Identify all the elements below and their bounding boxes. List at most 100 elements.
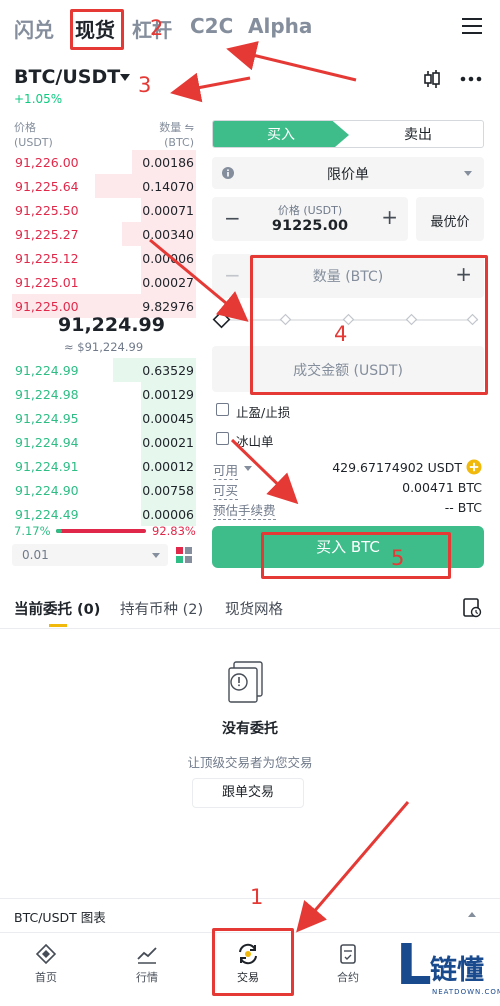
annotation-number: 1 <box>250 885 264 909</box>
markets-icon <box>137 947 157 964</box>
orderbook-price: 91,225.00 <box>15 299 79 314</box>
tab-indicator <box>49 624 67 627</box>
orderbook-qty: 0.00186 <box>142 155 194 170</box>
tp-sl-label: 止盈/止损 <box>236 405 291 420</box>
price-change: +1.05% <box>14 92 63 106</box>
orderbook-price: 91,225.27 <box>15 227 79 242</box>
orderbook-qty: 9.82976 <box>142 299 194 314</box>
buy-tab[interactable]: 买入 <box>213 121 349 147</box>
orderbook-row[interactable]: 91,225.12 0.00006 <box>12 246 196 270</box>
order-type-select[interactable]: 限价单 <box>212 157 484 189</box>
annotation-number: 4 <box>334 322 348 346</box>
buy-ratio: 7.17% <box>14 524 51 538</box>
orderbook-qty: 0.00021 <box>142 435 194 450</box>
last-price: 91,224.99 <box>58 314 165 336</box>
price-input[interactable]: − 价格 (USDT) 91225.00 + <box>212 197 408 241</box>
orderbook-price: 91,224.49 <box>15 507 79 522</box>
annotation-box-quantity <box>250 255 488 395</box>
orderbook-row[interactable]: 91,224.99 0.63529 <box>12 358 196 382</box>
pair-selector[interactable]: BTC/USDT <box>14 66 120 88</box>
chevron-up-icon[interactable] <box>468 912 476 917</box>
orderbook-qty: 0.00340 <box>142 227 194 242</box>
orderbook-row[interactable]: 91,225.01 0.00027 <box>12 270 196 294</box>
can-buy-label: 可买 <box>213 480 239 500</box>
order-history-icon[interactable] <box>462 598 482 618</box>
orderbook-layout-icon[interactable] <box>175 546 193 564</box>
nav-futures[interactable]: 合约 <box>318 943 378 985</box>
iceberg-checkbox[interactable] <box>216 432 229 445</box>
fee-label: 预估手续费 <box>213 500 276 520</box>
orderbook-row[interactable]: 91,226.00 0.00186 <box>12 150 196 174</box>
tab-swap[interactable]: 闪兑 <box>14 14 54 43</box>
orderbook-qty: 0.00027 <box>142 275 194 290</box>
last-price-fiat: ≈ $91,224.99 <box>64 340 144 354</box>
orderbook-price: 91,224.94 <box>15 435 79 450</box>
orderbook-price: 91,225.01 <box>15 275 79 290</box>
tab-holdings[interactable]: 持有币种 (2) <box>120 598 203 619</box>
plus-icon[interactable]: + <box>381 205 398 229</box>
orderbook-qty: 0.14070 <box>142 179 194 194</box>
tab-spot-grid[interactable]: 现货网格 <box>225 598 283 619</box>
iceberg-label: 冰山单 <box>236 434 274 449</box>
orderbook-row[interactable]: 91,224.98 0.00129 <box>12 382 196 406</box>
orderbook-qty: 0.00129 <box>142 387 194 402</box>
orderbook-price: 91,225.64 <box>15 179 79 194</box>
candlestick-chart-icon[interactable] <box>422 69 442 89</box>
orderbook-row[interactable]: 91,225.27 0.00340 <box>12 222 196 246</box>
annotation-box-spot <box>70 9 124 50</box>
chart-toggle-label[interactable]: BTC/USDT 图表 <box>14 907 106 926</box>
orderbook-qty: 0.63529 <box>142 363 194 378</box>
empty-document-icon <box>228 661 263 703</box>
nav-home[interactable]: 首页 <box>16 943 76 985</box>
sell-ratio: 92.83% <box>152 524 196 538</box>
tab-c2c[interactable]: C2C <box>190 14 233 38</box>
tab-open-orders[interactable]: 当前委托 (0) <box>14 598 100 619</box>
orderbook-qty-header[interactable]: 数量 ⇋ (BTC) <box>150 120 194 150</box>
annotation-box-trade <box>212 928 294 996</box>
watermark-logo: L 链懂 NEATDOWN.COM <box>390 936 500 1002</box>
tab-alpha[interactable]: Alpha <box>248 14 312 38</box>
orderbook-qty: 0.00006 <box>142 251 194 266</box>
empty-title: 没有委托 <box>222 721 278 737</box>
orderbook-row[interactable]: 91,225.64 0.14070 <box>12 174 196 198</box>
orderbook-row[interactable]: 91,224.49 0.00006 <box>12 502 196 526</box>
best-price-button[interactable]: 最优价 <box>416 197 484 241</box>
can-buy-value: 0.00471 BTC <box>402 480 482 495</box>
divider <box>0 628 500 629</box>
chevron-down-icon <box>464 171 472 176</box>
chevron-down-icon[interactable] <box>244 466 252 471</box>
orderbook-qty: 0.00758 <box>142 483 194 498</box>
orderbook-qty: 0.00045 <box>142 411 194 426</box>
menu-icon[interactable] <box>462 18 482 34</box>
orderbook-price: 91,225.12 <box>15 251 79 266</box>
orderbook-price: 91,224.90 <box>15 483 79 498</box>
chevron-down-icon <box>152 553 160 558</box>
futures-icon <box>340 944 356 964</box>
nav-markets[interactable]: 行情 <box>117 943 177 985</box>
orderbook-qty: 0.00071 <box>142 203 194 218</box>
ratio-bar <box>56 529 146 533</box>
available-value: 429.67174902 USDT <box>332 460 462 475</box>
annotation-number: 2 <box>150 16 164 40</box>
copy-trading-button[interactable]: 跟单交易 <box>192 778 304 808</box>
orderbook-row[interactable]: 91,224.95 0.00045 <box>12 406 196 430</box>
annotation-number: 5 <box>391 546 405 570</box>
precision-select[interactable]: 0.01 <box>12 544 168 566</box>
empty-subtitle: 让顶级交易者为您交易 <box>187 755 313 770</box>
orderbook-price: 91,224.98 <box>15 387 79 402</box>
tp-sl-checkbox[interactable] <box>216 403 229 416</box>
orderbook-row[interactable]: 91,224.90 0.00758 <box>12 478 196 502</box>
more-icon[interactable] <box>460 76 482 82</box>
orderbook-row[interactable]: 91,224.91 0.00012 <box>12 454 196 478</box>
chevron-down-icon[interactable] <box>120 74 130 81</box>
available-label: 可用 <box>213 460 239 480</box>
orderbook-row[interactable]: 91,224.94 0.00021 <box>12 430 196 454</box>
side-toggle: 买入 卖出 <box>212 120 484 148</box>
orderbook-row[interactable]: 91,225.50 0.00071 <box>12 198 196 222</box>
orderbook-price: 91,226.00 <box>15 155 79 170</box>
orderbook-price: 91,224.99 <box>15 363 79 378</box>
add-funds-icon[interactable] <box>466 459 482 475</box>
sell-tab[interactable]: 卖出 <box>353 121 483 147</box>
watermark-subtext: NEATDOWN.COM <box>432 988 500 996</box>
orderbook-price: 91,224.91 <box>15 459 79 474</box>
